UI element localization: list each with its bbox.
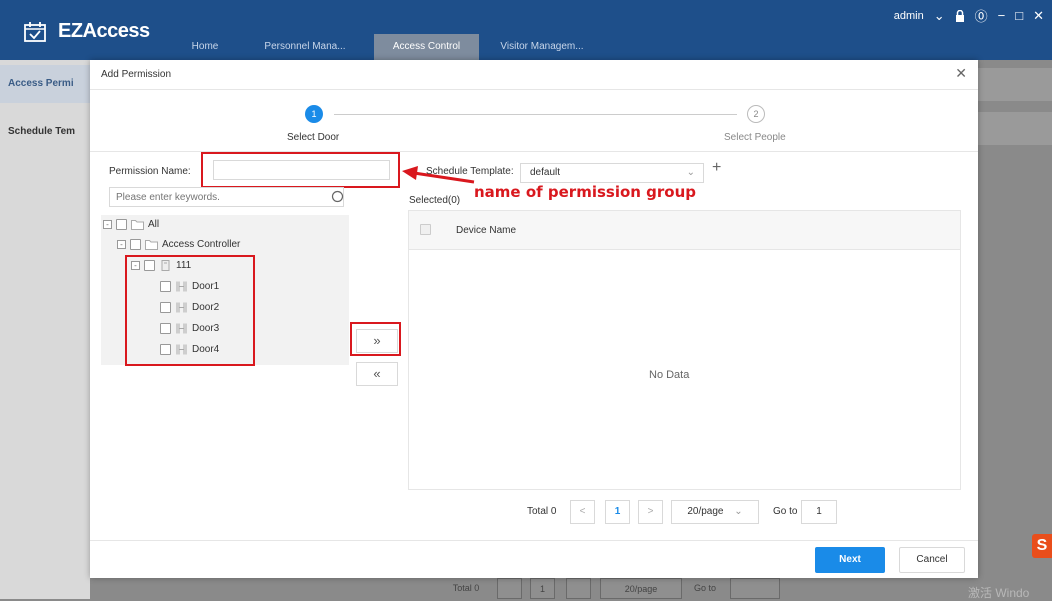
tab-access-control[interactable]: Access Control (374, 34, 479, 60)
tab-home[interactable]: Home (180, 34, 230, 60)
step-indicator: 1 2 Select Door Select People (90, 90, 978, 152)
highlight-box-permission-name (201, 152, 400, 188)
goto-label: Go to (773, 506, 798, 517)
chevron-down-icon: ⌄ (734, 506, 743, 517)
select-all-checkbox[interactable] (420, 224, 431, 235)
step-2-label: Select People (724, 132, 786, 143)
selected-devices-table: Device Name No Data (408, 210, 961, 490)
chevron-down-icon: ⌄ (686, 167, 695, 178)
background-pager-total: Total 0 (452, 583, 480, 593)
add-template-icon[interactable]: + (712, 159, 721, 177)
sidebar-item-access-permission[interactable]: Access Permi (0, 65, 90, 103)
folder-icon (131, 219, 144, 230)
keyword-search-input[interactable] (109, 187, 344, 207)
window-controls: admin ⌄ ⓪ − □ ✕ (894, 6, 1044, 25)
search-icon[interactable] (331, 190, 344, 203)
activation-watermark: 激活 Windo (968, 586, 1030, 600)
background-content (978, 60, 1052, 599)
close-icon[interactable]: ✕ (955, 65, 967, 82)
checkbox[interactable] (130, 238, 141, 250)
app-header: EZAccess Home Personnel Mana... Access C… (0, 0, 1052, 60)
move-left-button[interactable]: « (356, 362, 398, 386)
tree-label: All (148, 218, 160, 230)
background-pager-page: 1 (530, 578, 555, 599)
close-window-icon[interactable]: ✕ (1033, 8, 1044, 24)
tab-visitor-management[interactable]: Visitor Managem... (488, 34, 596, 60)
schedule-template-label: Schedule Template: (426, 166, 514, 177)
background-pager-input (730, 578, 780, 599)
annotation-text: name of permission group (474, 183, 697, 201)
table-header: Device Name (409, 211, 960, 250)
pager-next-button[interactable]: > (638, 500, 663, 524)
step-connector (334, 114, 737, 115)
pager-prev-button[interactable]: < (570, 500, 595, 524)
selected-count-label: Selected(0) (409, 195, 461, 206)
tab-personnel-management[interactable]: Personnel Mana... (255, 34, 355, 60)
app-logo: EZAccess (24, 20, 150, 43)
tree-node-all[interactable]: - All (103, 215, 159, 233)
page-size-value: 20/page (687, 506, 724, 517)
collapse-icon[interactable]: - (117, 239, 126, 249)
schedule-template-select[interactable]: default ⌄ (520, 163, 704, 183)
page-size-select[interactable]: 20/page ⌄ (671, 500, 759, 524)
step-1-dot: 1 (305, 105, 323, 123)
background-pager-size: 20/page (600, 578, 682, 599)
sidebar-item-schedule-template[interactable]: Schedule Tem (0, 113, 90, 151)
folder-icon (145, 239, 158, 250)
goto-page-input[interactable]: 1 (801, 500, 837, 524)
sidebar: Access Permi Schedule Tem (0, 60, 90, 599)
collapse-icon[interactable]: - (103, 219, 112, 229)
maximize-icon[interactable]: □ (1015, 8, 1023, 23)
background-pager-prev (497, 578, 522, 599)
chevron-down-icon[interactable]: ⌄ (934, 8, 945, 24)
checkbox[interactable] (116, 218, 127, 230)
step-2-dot: 2 (747, 105, 765, 123)
tree-label: Access Controller (162, 238, 241, 250)
dialog-title: Add Permission (101, 69, 172, 80)
pager-total: Total 0 (527, 506, 557, 517)
tree-node-access-controller[interactable]: - Access Controller (117, 235, 240, 253)
background-row (978, 112, 1052, 145)
highlight-box-doors (125, 255, 255, 366)
cancel-button[interactable]: Cancel (899, 547, 965, 573)
background-pager-next (566, 578, 591, 599)
background-pager-goto: Go to (693, 583, 716, 593)
sogou-badge[interactable]: S (1032, 534, 1052, 558)
step-1-label: Select Door (287, 132, 340, 143)
next-button[interactable]: Next (815, 547, 885, 573)
lock-icon[interactable] (955, 9, 965, 22)
column-device-name: Device Name (456, 225, 517, 236)
calendar-check-icon (24, 21, 46, 42)
add-permission-dialog: Add Permission ✕ 1 2 Select Door Select … (90, 60, 978, 578)
highlight-box-move-right (350, 322, 401, 356)
user-name[interactable]: admin (894, 10, 924, 22)
dialog-footer-divider (90, 540, 978, 541)
permission-name-label: Permission Name: (109, 166, 191, 177)
help-icon[interactable]: ⓪ (975, 6, 988, 25)
empty-state-text: No Data (649, 369, 690, 381)
schedule-template-value: default (530, 167, 561, 178)
background-row (978, 68, 1052, 101)
pager-page-1[interactable]: 1 (605, 500, 630, 524)
minimize-icon[interactable]: − (998, 8, 1006, 23)
dialog-header: Add Permission ✕ (90, 60, 978, 90)
app-name: EZAccess (58, 20, 150, 42)
